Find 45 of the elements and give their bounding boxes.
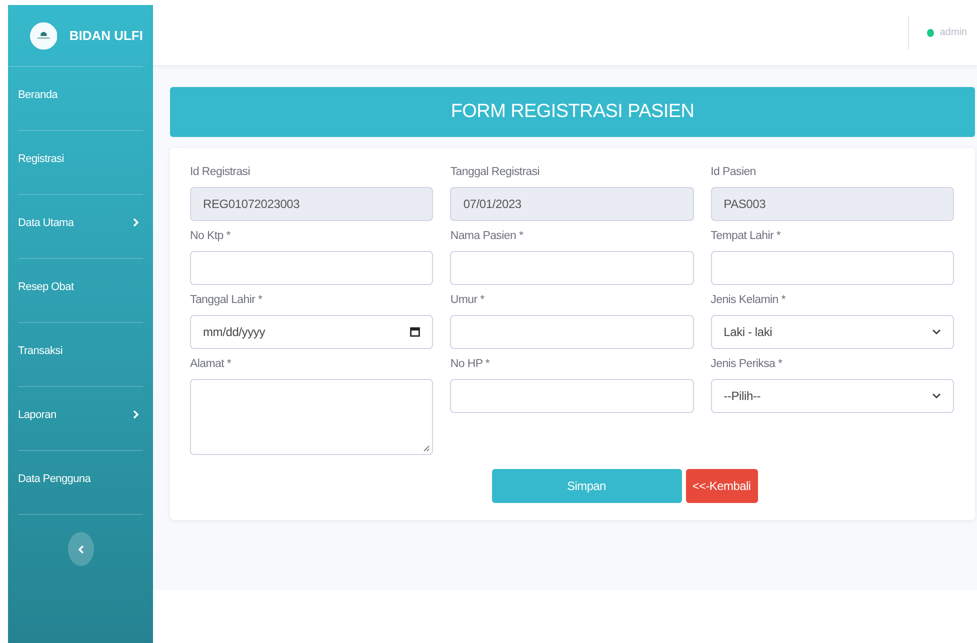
chevron-down-icon: [932, 393, 941, 399]
field-label: Tempat Lahir *: [710, 230, 782, 242]
chevron-right-icon: [133, 410, 139, 419]
date-field[interactable]: mm/dd/yyyy: [190, 315, 434, 349]
sidebar-item[interactable]: Data Utama: [18, 195, 143, 259]
field-label: Nama Pasien *: [450, 230, 524, 242]
sidebar-item[interactable]: Transaksi: [18, 323, 143, 387]
sidebar-item[interactable]: Registrasi: [18, 131, 143, 195]
brand-name: BIDAN ULFI: [69, 28, 143, 43]
input-field[interactable]: [190, 251, 434, 285]
collapse-button[interactable]: [68, 532, 94, 566]
field-label: Alamat *: [190, 358, 232, 370]
field-label: Id Pasien: [710, 166, 757, 178]
field-label: Tanggal Lahir *: [190, 294, 264, 306]
back-button[interactable]: <<-Kembali: [686, 469, 758, 503]
sidebar-item[interactable]: Data Pengguna: [18, 451, 143, 515]
input-field[interactable]: [450, 379, 694, 413]
field-label: Tanggal Registrasi: [450, 166, 541, 178]
form-title: FORM REGISTRASI PASIEN: [170, 87, 975, 137]
field-label: Jenis Periksa *: [710, 358, 784, 370]
chevron-down-icon: [932, 329, 941, 335]
textarea-field[interactable]: [190, 379, 434, 455]
status-dot: [926, 28, 934, 36]
input-field[interactable]: REG01072023003: [190, 187, 434, 221]
field-label: Jenis Kelamin *: [710, 294, 786, 306]
field-label: Id Registrasi: [190, 166, 252, 178]
input-field[interactable]: [450, 251, 694, 285]
chevron-left-icon: [78, 544, 84, 554]
field-label: No Ktp *: [190, 230, 232, 242]
chevron-right-icon: [133, 218, 139, 227]
input-field[interactable]: [710, 251, 954, 285]
save-button[interactable]: Simpan: [492, 469, 682, 503]
input-field[interactable]: [450, 315, 694, 349]
sidebar-item[interactable]: Beranda: [18, 67, 143, 131]
field-label: No HP *: [450, 358, 491, 370]
field-label: Umur *: [450, 294, 486, 306]
calendar-icon: [410, 327, 420, 337]
input-field[interactable]: 07/01/2023: [450, 187, 694, 221]
user-name[interactable]: admin: [940, 27, 967, 38]
sidebar-item[interactable]: Resep Obat: [18, 259, 143, 323]
resize-grip-icon: [423, 445, 430, 452]
input-field[interactable]: PAS003: [710, 187, 954, 221]
sidebar-item[interactable]: Laporan: [18, 387, 143, 451]
select-field[interactable]: Laki - laki: [710, 315, 954, 349]
select-field[interactable]: --Pilih--: [710, 379, 954, 413]
